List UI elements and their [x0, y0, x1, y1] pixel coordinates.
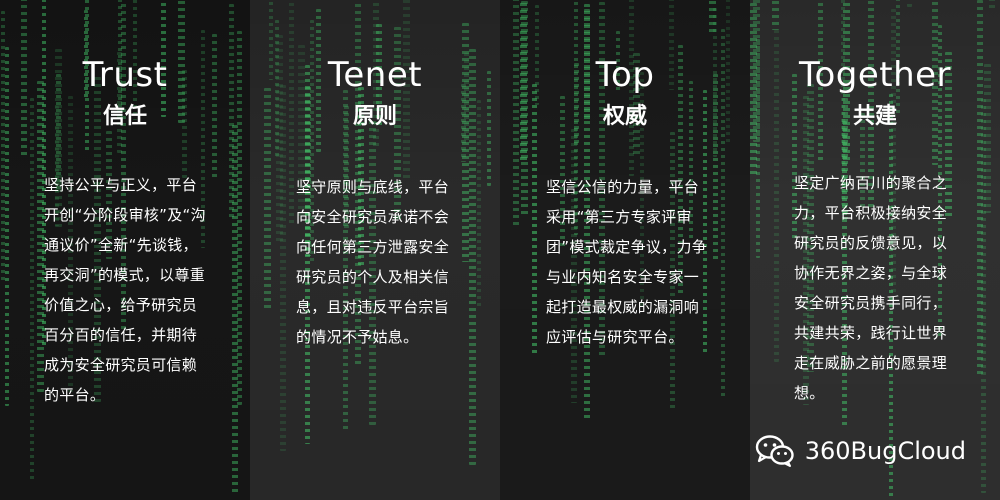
- panel-subtitle: 信任: [102, 104, 147, 129]
- panel-body: 坚守原则与底线，平台向安全研究员承诺不会向任何第三方泄露安全研究员的个人及相关信…: [296, 178, 450, 346]
- panel-tenet: Tenet 原则 坚守原则与底线，平台向安全研究员承诺不会向任何第三方泄露安全研…: [250, 0, 500, 500]
- panel-header: Together 共建: [750, 55, 1000, 131]
- panel-subtitle: 共建: [852, 104, 897, 129]
- rain-streak: [477, 100, 481, 308]
- wechat-icon: [755, 435, 794, 467]
- panel-header: Tenet 原则: [250, 55, 500, 131]
- panel-header: Top 权威: [500, 55, 750, 131]
- rain-streak: [280, 85, 286, 451]
- rain-streak: [907, 0, 912, 7]
- panel-body: 坚持公平与正义，平台开创“分阶段审核”及“沟通议价”全新“先谈钱，再交洞”的模式…: [44, 176, 206, 404]
- panel-header: Trust 信任: [0, 55, 250, 131]
- watermark-text: 360BugCloud: [804, 437, 966, 465]
- panel-body: 坚信公信的力量，平台采用“第三方专家评审团”模式裁定争议，力争与业内知名安全专家…: [546, 178, 708, 346]
- panel-title: Together: [798, 55, 952, 95]
- rain-streak: [981, 99, 986, 493]
- rain-streak: [30, 98, 34, 480]
- panel-title: Trust: [82, 55, 168, 95]
- rain-streak: [232, 125, 238, 494]
- values-banner: Trust 信任 坚持公平与正义，平台开创“分阶段审核”及“沟通议价”全新“先谈…: [0, 0, 1000, 500]
- rain-streak: [1, 11, 5, 281]
- panel-together: Together 共建 坚定广纳百川的聚合之力，平台积极接纳安全研究员的反馈意见…: [750, 0, 1000, 500]
- panel-subtitle: 原则: [352, 104, 397, 129]
- rain-streak: [772, 0, 779, 30]
- panel-trust: Trust 信任 坚持公平与正义，平台开创“分阶段审核”及“沟通议价”全新“先谈…: [0, 0, 250, 500]
- panel-title: Top: [595, 55, 655, 95]
- panel-body: 坚定广纳百川的聚合之力，平台积极接纳安全研究员的反馈意见，以协作无界之姿，与全球…: [794, 174, 948, 402]
- watermark: 360BugCloud: [755, 434, 966, 468]
- panel-title: Tenet: [327, 55, 423, 95]
- panel-top: Top 权威 坚信公信的力量，平台采用“第三方专家评审团”模式裁定争议，力争与业…: [500, 0, 750, 500]
- panel-subtitle: 权威: [602, 104, 647, 129]
- rain-streak: [989, 0, 995, 10]
- rain-streak: [709, 0, 716, 34]
